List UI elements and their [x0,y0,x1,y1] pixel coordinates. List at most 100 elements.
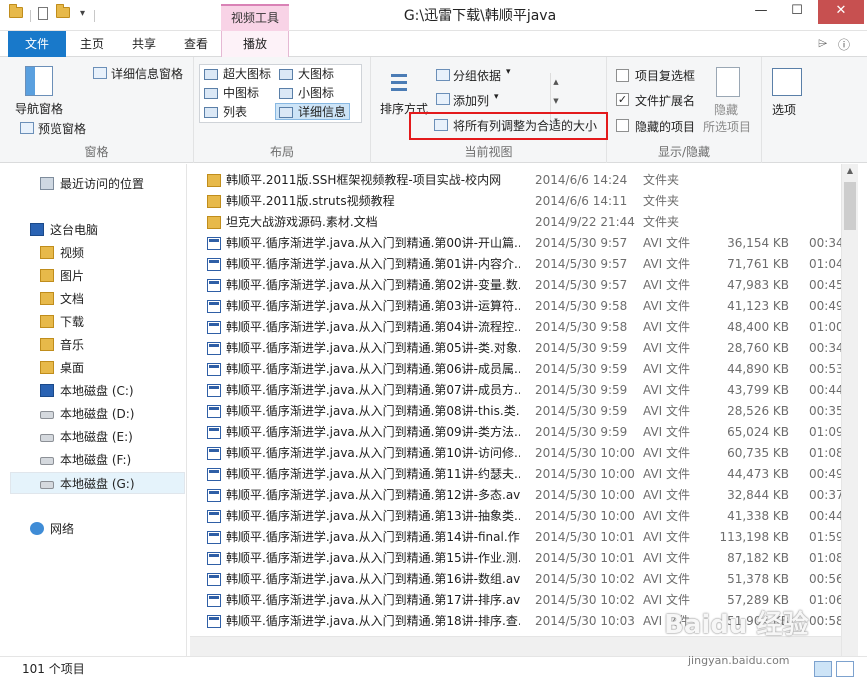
file-row[interactable]: 韩顺平.循序渐进学.java.从入门到精通.第00讲-开山篇... 2014/5/… [190,233,841,254]
nav-drive-d[interactable]: 本地磁盘 (D:) [0,403,186,425]
hidden-items-checkbox[interactable] [616,119,629,132]
layout-item-label: 小图标 [298,86,335,100]
properties-icon[interactable] [38,7,54,21]
details-pane-button[interactable]: 详细信息窗格 [111,65,183,82]
nav-drive-f[interactable]: 本地磁盘 (F:) [0,449,186,471]
layout-extra-large-icons[interactable]: 超大图标 [201,66,275,83]
video-tools-context-header: 视频工具 [221,4,289,31]
nav-label: 本地磁盘 (D:) [60,407,135,421]
item-checkboxes-checkbox[interactable] [616,69,629,82]
video-file-icon [207,321,221,334]
file-name: 韩顺平.循序渐进学.java.从入门到精通.第15讲-作业.测... [226,551,520,565]
item-count: 101 个项目 [22,662,85,676]
file-name: 韩顺平.2011版.struts视频教程 [226,194,395,208]
file-name: 韩顺平.循序渐进学.java.从入门到精通.第10讲-访问修... [226,446,520,460]
layout-large-icons[interactable]: 大图标 [276,66,350,83]
file-row[interactable]: 坦克大战游戏源码.素材.文档 2014/9/22 21:44 文件夹 [190,212,841,233]
hide-button[interactable]: 隐藏 [714,101,738,118]
file-row[interactable]: 韩顺平.循序渐进学.java.从入门到精通.第07讲-成员方... 2014/5/… [190,380,841,401]
file-duration: 01:08: [809,551,841,565]
fit-all-columns-button[interactable]: 将所有列调整为合适的大小 [453,117,597,134]
video-file-icon [207,531,221,544]
maximize-button[interactable]: ☐ [780,0,814,24]
file-row[interactable]: 韩顺平.2011版.struts视频教程 2014/6/6 14:11 文件夹 [190,191,841,212]
file-date: 2014/6/6 14:24 [535,173,628,187]
pin-ribbon-icon[interactable]: ⌲ [818,36,827,51]
vertical-scrollbar[interactable]: ▲ [841,164,858,656]
nav-desktop[interactable]: 桌面 [0,357,186,379]
recent-places-icon [40,177,54,190]
layout-gallery: 超大图标 大图标 中图标 小图标 列表 详细信息 ▲ ▼ ▾ [199,64,559,130]
nav-music[interactable]: 音乐 [0,334,186,356]
computer-icon [30,223,44,236]
nav-pictures[interactable]: 图片 [0,265,186,287]
layout-medium-icons[interactable]: 中图标 [201,85,275,102]
group-by-button[interactable]: 分组依据 [453,67,501,84]
file-row[interactable]: 韩顺平.循序渐进学.java.从入门到精通.第08讲-this.类... 2014… [190,401,841,422]
tab-file[interactable]: 文件 [8,31,66,57]
nav-videos[interactable]: 视频 [0,242,186,264]
new-folder-icon[interactable] [56,4,72,21]
file-row[interactable]: 韩顺平.循序渐进学.java.从入门到精通.第13讲-抽象类... 2014/5/… [190,506,841,527]
nav-downloads[interactable]: 下载 [0,311,186,333]
file-duration: 01:04: [809,257,841,271]
layout-small-icons[interactable]: 小图标 [276,85,350,102]
file-row[interactable]: 韩顺平.2011版.SSH框架视频教程-项目实战-校内网 2014/6/6 14:… [190,170,841,191]
nav-network[interactable]: 网络 [0,518,186,540]
file-duration: 00:56: [809,572,841,586]
file-row[interactable]: 韩顺平.循序渐进学.java.从入门到精通.第14讲-final.作... 201… [190,527,841,548]
scroll-up-icon[interactable]: ▲ [842,166,858,175]
file-row[interactable]: 韩顺平.循序渐进学.java.从入门到精通.第15讲-作业.测... 2014/5… [190,548,841,569]
file-size: 44,890 KB [727,362,789,376]
nav-this-pc[interactable]: 这台电脑 [0,219,186,241]
tab-home[interactable]: 主页 [68,31,116,57]
file-row[interactable]: 韩顺平.循序渐进学.java.从入门到精通.第11讲-约瑟夫... 2014/5/… [190,464,841,485]
file-row[interactable]: 韩顺平.循序渐进学.java.从入门到精通.第02讲-变量.数... 2014/5… [190,275,841,296]
navigation-pane-icon[interactable] [25,66,53,96]
layout-details[interactable]: 详细信息 [275,103,350,120]
list-icon [204,107,218,118]
large-icons-icon [279,69,293,80]
tab-view[interactable]: 查看 [172,31,220,57]
sort-icon[interactable] [387,68,417,98]
tab-share[interactable]: 共享 [120,31,168,57]
options-icon[interactable] [772,68,802,96]
file-duration: 00:37: [809,488,841,502]
add-column-dropdown-icon[interactable]: ▾ [494,92,499,102]
file-date: 2014/6/6 14:11 [535,194,628,208]
navigation-pane-button[interactable]: 导航窗格 [15,100,63,117]
file-row[interactable]: 韩顺平.循序渐进学.java.从入门到精通.第01讲-内容介... 2014/5/… [190,254,841,275]
file-row[interactable]: 韩顺平.循序渐进学.java.从入门到精通.第10讲-访问修... 2014/5/… [190,443,841,464]
folder-icon[interactable] [9,4,25,21]
file-type: AVI 文件 [643,320,691,334]
add-column-button[interactable]: 添加列 [453,92,489,109]
minimize-button[interactable]: — [744,0,778,24]
file-row[interactable]: 韩顺平.循序渐进学.java.从入门到精通.第03讲-运算符... 2014/5/… [190,296,841,317]
layout-list[interactable]: 列表 [201,104,275,121]
file-type: AVI 文件 [643,509,691,523]
file-row[interactable]: 韩顺平.循序渐进学.java.从入门到精通.第06讲-成员属... 2014/5/… [190,359,841,380]
nav-drive-c[interactable]: 本地磁盘 (C:) [0,380,186,402]
file-name: 韩顺平.循序渐进学.java.从入门到精通.第00讲-开山篇... [226,236,520,250]
nav-recent-places[interactable]: 最近访问的位置 [0,173,186,195]
nav-documents[interactable]: 文档 [0,288,186,310]
file-row[interactable]: 韩顺平.循序渐进学.java.从入门到精通.第05讲-类.对象... 2014/5… [190,338,841,359]
nav-drive-g[interactable]: 本地磁盘 (G:) [10,472,185,494]
video-file-icon [207,426,221,439]
group-by-dropdown-icon[interactable]: ▾ [506,67,511,77]
tab-play[interactable]: 播放 [221,31,289,57]
file-extensions-checkbox[interactable]: ✓ [616,93,629,106]
nav-drive-e[interactable]: 本地磁盘 (E:) [0,426,186,448]
file-row[interactable]: 韩顺平.循序渐进学.java.从入门到精通.第16讲-数组.avi 2014/5/… [190,569,841,590]
close-button[interactable]: ✕ [818,0,864,24]
options-button[interactable]: 选项 [772,101,796,118]
help-icon[interactable]: ⓘ [838,36,850,53]
file-row[interactable]: 韩顺平.循序渐进学.java.从入门到精通.第04讲-流程控... 2014/5/… [190,317,841,338]
preview-pane-button[interactable]: 预览窗格 [38,120,86,137]
customize-toolbar-arrow-icon[interactable]: ▾ [80,8,85,19]
file-name: 韩顺平.循序渐进学.java.从入门到精通.第01讲-内容介... [226,257,520,271]
file-duration: 00:49: [809,467,841,481]
scrollbar-thumb[interactable] [844,182,856,230]
file-row[interactable]: 韩顺平.循序渐进学.java.从入门到精通.第09讲-类方法... 2014/5/… [190,422,841,443]
file-row[interactable]: 韩顺平.循序渐进学.java.从入门到精通.第12讲-多态.avi 2014/5/… [190,485,841,506]
